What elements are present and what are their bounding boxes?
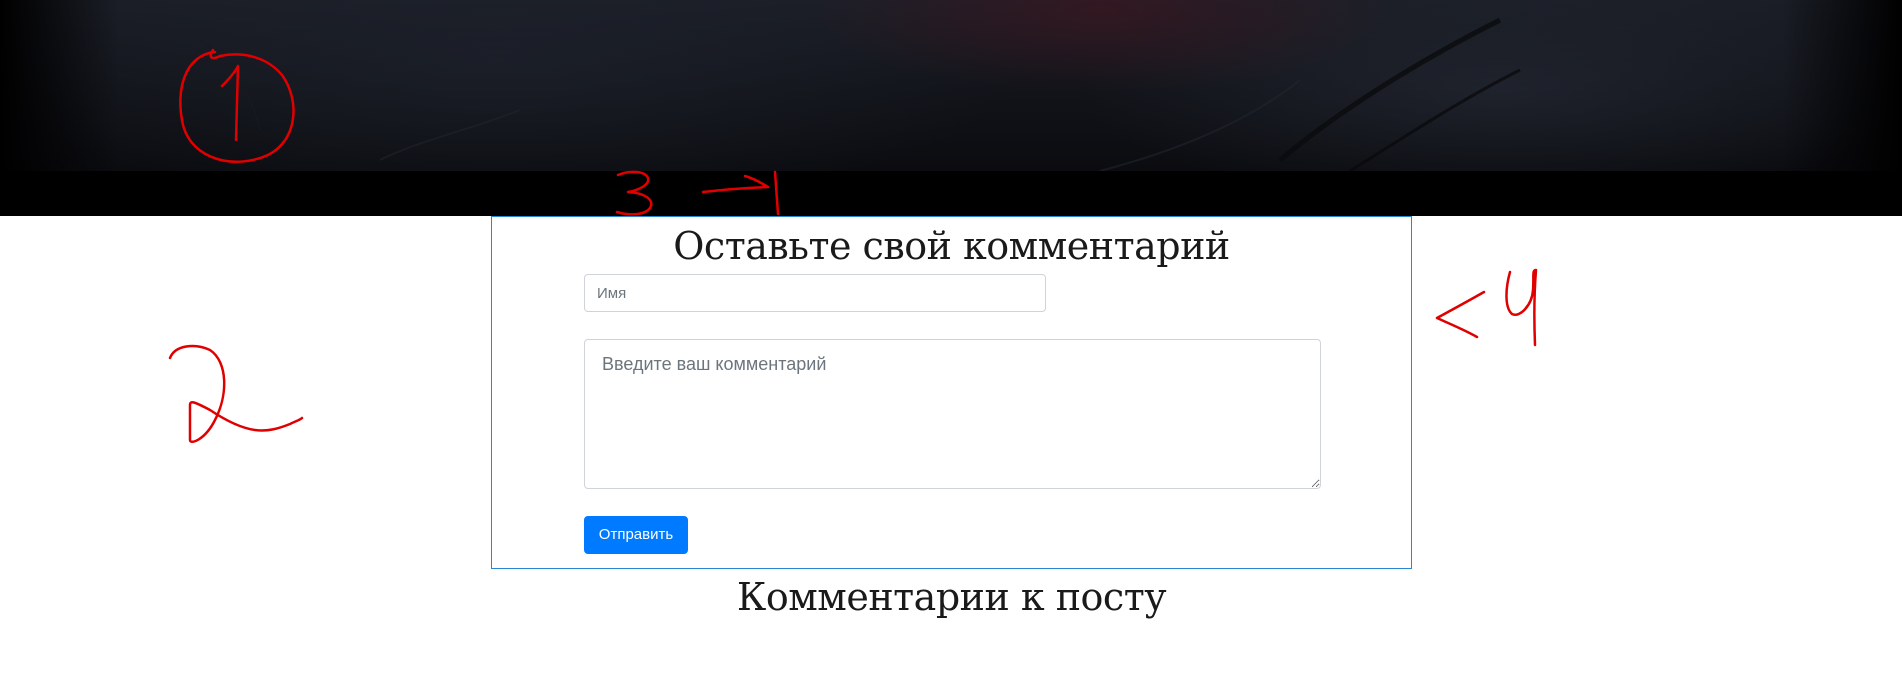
comments-heading: Комментарии к посту bbox=[736, 575, 1167, 619]
hero-banner bbox=[0, 0, 1902, 216]
hero-texture bbox=[199, 17, 1521, 171]
hero-fade-left bbox=[0, 0, 120, 171]
hero-fade-right bbox=[1782, 0, 1902, 171]
comment-form: Оставьте свой комментарий Отправить bbox=[491, 216, 1412, 569]
submit-button[interactable]: Отправить bbox=[584, 516, 688, 554]
form-title: Оставьте свой комментарий bbox=[673, 224, 1230, 268]
annotation-mark-2 bbox=[168, 344, 304, 444]
annotation-mark-4 bbox=[1435, 268, 1538, 347]
comment-textarea[interactable] bbox=[584, 339, 1321, 489]
page: Оставьте свой комментарий Отправить Комм… bbox=[0, 0, 1902, 696]
name-input[interactable] bbox=[584, 274, 1046, 312]
